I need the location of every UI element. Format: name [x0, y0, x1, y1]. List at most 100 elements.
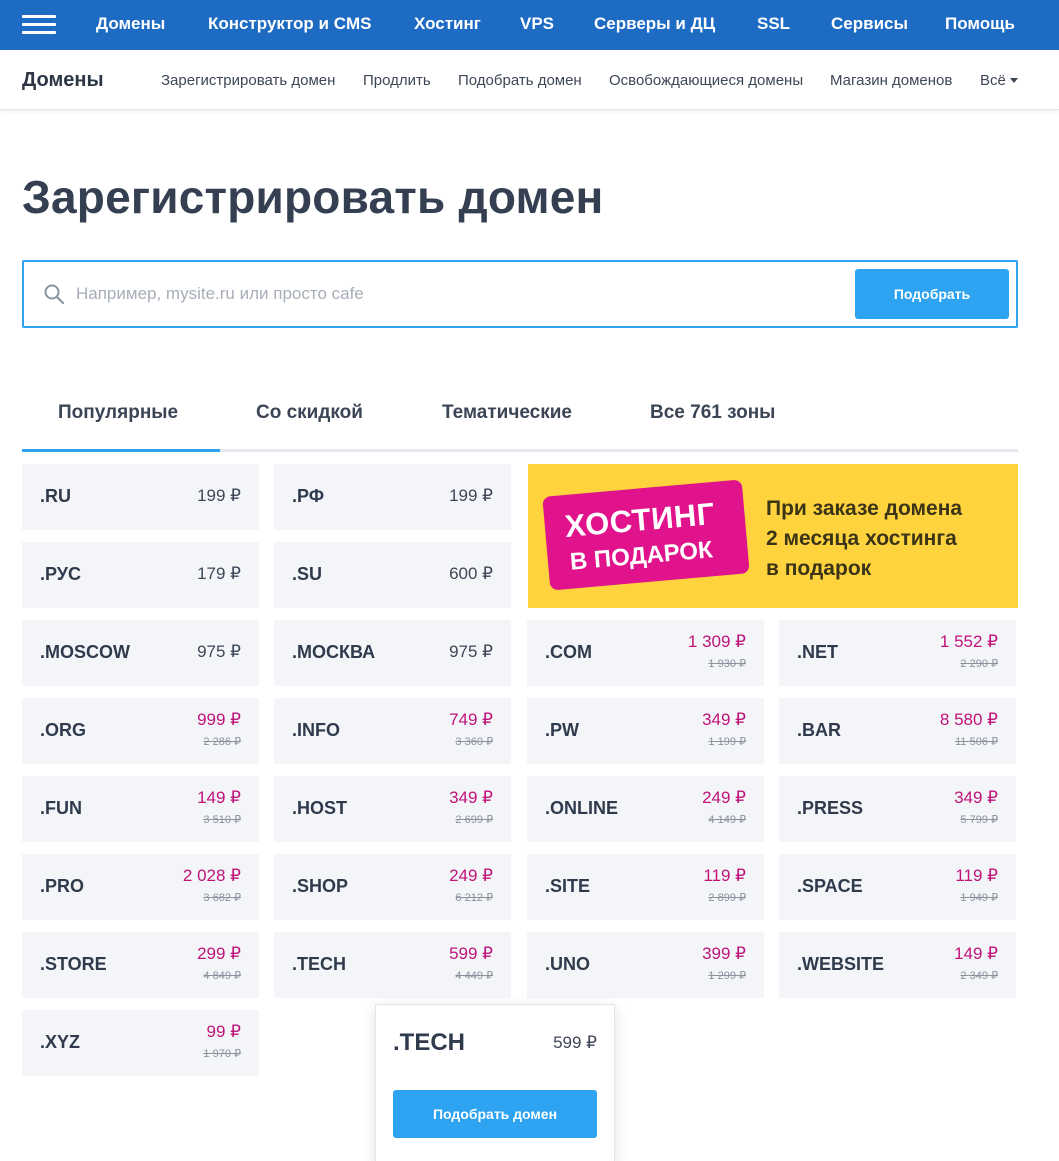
subnav-link-domain-shop[interactable]: Магазин доменов: [830, 72, 952, 89]
domain-price: 2 028 ₽: [182, 866, 241, 885]
subnav-link-expiring-domains[interactable]: Освобождающиеся домены: [609, 72, 803, 89]
topnav-item-vps[interactable]: VPS: [520, 14, 554, 34]
domain-zone: .TECH: [292, 954, 346, 974]
domain-card[interactable]: .PRESS 349 ₽ 5 799 ₽: [779, 776, 1016, 842]
domain-zone: .PRESS: [797, 798, 864, 818]
domain-card[interactable]: .SITE 119 ₽ 2 899 ₽: [527, 854, 764, 920]
domain-card[interactable]: .INFO 749 ₽ 3 360 ₽: [274, 698, 511, 764]
domain-zone: .PW: [545, 720, 579, 740]
hamburger-menu-icon[interactable]: [22, 13, 56, 37]
domain-price: 399 ₽: [702, 944, 746, 963]
promo-badge: ХОСТИНГ В ПОДАРОК: [542, 479, 750, 591]
subnav-link-pick-domain[interactable]: Подобрать домен: [458, 72, 582, 89]
subnav-link-register[interactable]: Зарегистрировать домен: [161, 72, 335, 89]
promo-text-line: 2 месяца хостинга: [766, 527, 957, 550]
subnav-link-all[interactable]: Всё: [980, 72, 1018, 89]
domain-zone: .RU: [40, 486, 71, 506]
domain-card[interactable]: .NET 1 552 ₽ 2 290 ₽: [779, 620, 1016, 686]
section-navigation: Домены Зарегистрировать домен Продлить П…: [0, 50, 1059, 110]
domain-card[interactable]: .МОСКВА 975 ₽: [274, 620, 511, 686]
domain-price: 149 ₽: [197, 788, 241, 807]
domain-card[interactable]: .SPACE 119 ₽ 1 949 ₽: [779, 854, 1016, 920]
domain-old-price: 6 212 ₽: [455, 892, 493, 904]
tab-discounted[interactable]: Со скидкой: [256, 402, 363, 424]
domain-card[interactable]: .FUN 149 ₽ 3 510 ₽: [22, 776, 259, 842]
domain-price: 149 ₽: [954, 944, 998, 963]
search-submit-button[interactable]: Подобрать: [855, 269, 1009, 319]
domain-zone: .SITE: [545, 876, 591, 896]
tab-thematic[interactable]: Тематические: [442, 402, 572, 424]
domain-card[interactable]: .BAR 8 580 ₽ 11 506 ₽: [779, 698, 1016, 764]
domain-price: 1 309 ₽: [687, 632, 746, 651]
promo-text-line: в подарок: [766, 557, 872, 580]
domain-old-price: 1 299 ₽: [708, 970, 746, 982]
topnav-item-servers-dc[interactable]: Серверы и ДЦ: [594, 14, 715, 34]
domain-price: 119 ₽: [955, 866, 998, 885]
domain-card[interactable]: .COM 1 309 ₽ 1 930 ₽: [527, 620, 764, 686]
domain-price: 599 ₽: [449, 944, 493, 963]
topnav-item-domains[interactable]: Домены: [96, 14, 165, 34]
domain-zone: .XYZ: [40, 1032, 81, 1052]
domain-card[interactable]: .HOST 349 ₽ 2 699 ₽: [274, 776, 511, 842]
domain-card[interactable]: .ONLINE 249 ₽ 4 149 ₽: [527, 776, 764, 842]
domain-zone: .HOST: [292, 798, 348, 818]
domain-card[interactable]: .TECH 599 ₽ 4 449 ₽: [274, 932, 511, 998]
domain-card[interactable]: .PRO 2 028 ₽ 3 682 ₽: [22, 854, 259, 920]
domain-card[interactable]: .STORE 299 ₽ 4 849 ₽: [22, 932, 259, 998]
domain-price: 179 ₽: [197, 564, 241, 583]
domain-price: 349 ₽: [954, 788, 998, 807]
tab-popular[interactable]: Популярные: [58, 402, 178, 424]
search-icon: [44, 284, 64, 304]
active-tab-indicator: [22, 449, 220, 452]
domain-card[interactable]: .РФ 199 ₽: [274, 464, 511, 530]
subnav-link-all-label: Всё: [980, 72, 1006, 89]
domain-old-price: 3 510 ₽: [203, 814, 241, 826]
domain-card[interactable]: .MOSCOW 975 ₽: [22, 620, 259, 686]
popup-zone: .TECH: [393, 1029, 465, 1056]
domain-price: 975 ₽: [197, 642, 241, 661]
domain-zone: .COM: [545, 642, 592, 662]
domain-old-price: 2 699 ₽: [455, 814, 493, 826]
domain-zone: .BAR: [797, 720, 841, 740]
domain-card[interactable]: .SU 600 ₽: [274, 542, 511, 608]
domain-card[interactable]: .RU 199 ₽: [22, 464, 259, 530]
domain-hover-card: .TECH 599 ₽ Подобрать домен: [375, 1004, 615, 1161]
domain-card[interactable]: .РУС 179 ₽: [22, 542, 259, 608]
topnav-item-hosting[interactable]: Хостинг: [414, 14, 481, 34]
domain-old-price: 4 149 ₽: [708, 814, 746, 826]
domain-zone: .MOSCOW: [40, 642, 130, 662]
domain-old-price: 3 682 ₽: [203, 892, 241, 904]
topnav-item-help[interactable]: Помощь: [945, 14, 1015, 34]
hosting-gift-promo-banner[interactable]: ХОСТИНГ В ПОДАРОК При заказе домена 2 ме…: [528, 464, 1018, 608]
topnav-item-ssl[interactable]: SSL: [757, 14, 790, 34]
domain-price: 119 ₽: [703, 866, 746, 885]
domain-price: 8 580 ₽: [939, 710, 998, 729]
domain-zone: .STORE: [40, 954, 107, 974]
domain-old-price: 4 849 ₽: [203, 970, 241, 982]
domain-price: 299 ₽: [197, 944, 241, 963]
domain-zone: .ONLINE: [545, 798, 619, 818]
subnav-link-renew[interactable]: Продлить: [363, 72, 431, 89]
domain-card[interactable]: .UNO 399 ₽ 1 299 ₽: [527, 932, 764, 998]
domain-price: 749 ₽: [449, 710, 493, 729]
domain-search-input[interactable]: [76, 276, 846, 312]
domain-old-price: 2 286 ₽: [203, 736, 241, 748]
domain-old-price: 4 449 ₽: [455, 970, 493, 982]
topnav-item-constructor-cms[interactable]: Конструктор и CMS: [208, 14, 371, 34]
domain-zone: .WEBSITE: [797, 954, 885, 974]
domain-zone: .SU: [292, 564, 323, 584]
topnav-item-services[interactable]: Сервисы: [831, 14, 908, 34]
domain-card[interactable]: .XYZ 99 ₽ 1 970 ₽: [22, 1010, 259, 1076]
pick-domain-button[interactable]: Подобрать домен: [393, 1090, 597, 1138]
domain-card[interactable]: .SHOP 249 ₽ 6 212 ₽: [274, 854, 511, 920]
domain-old-price: 11 506 ₽: [955, 736, 998, 748]
domain-card[interactable]: .PW 349 ₽ 1 199 ₽: [527, 698, 764, 764]
domain-card[interactable]: .WEBSITE 149 ₽ 2 349 ₽: [779, 932, 1016, 998]
domain-price: 999 ₽: [197, 710, 241, 729]
domain-zone: .SPACE: [797, 876, 863, 896]
domain-old-price: 1 970 ₽: [203, 1048, 241, 1060]
section-title[interactable]: Домены: [22, 69, 104, 92]
domain-price: 349 ₽: [449, 788, 493, 807]
tab-all-zones[interactable]: Все 761 зоны: [650, 402, 775, 424]
domain-card[interactable]: .ORG 999 ₽ 2 286 ₽: [22, 698, 259, 764]
